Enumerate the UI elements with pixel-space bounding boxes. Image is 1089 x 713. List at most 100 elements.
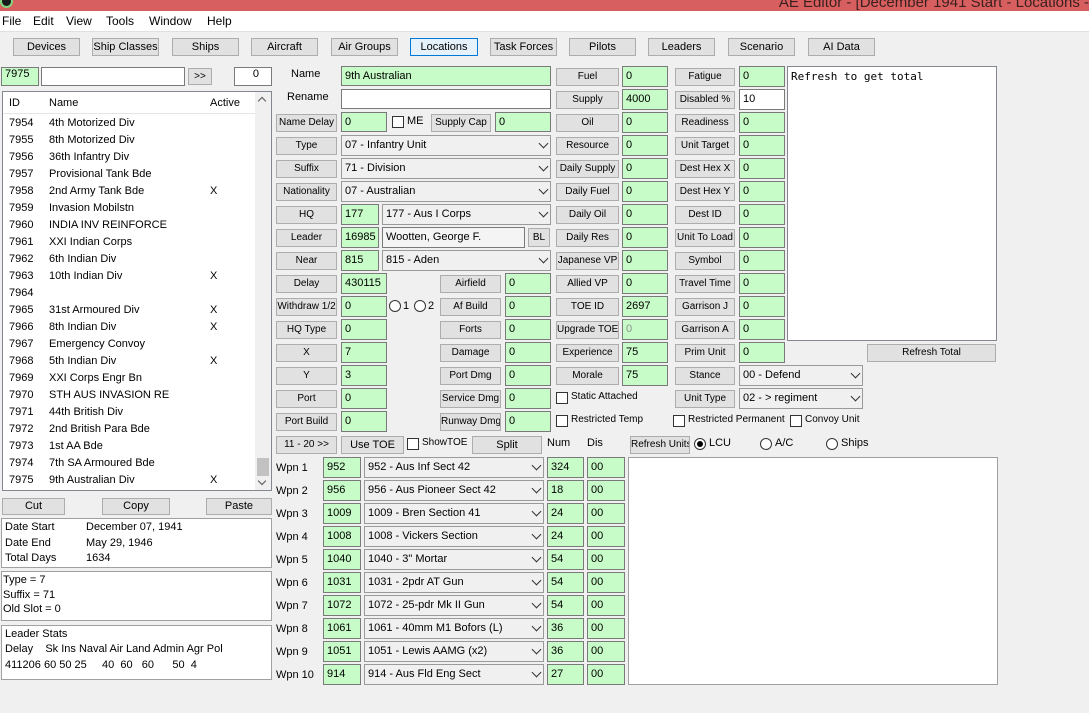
upgrade-toe-field[interactable]: 0: [622, 319, 668, 340]
japanese-vp-button[interactable]: Japanese VP: [556, 252, 619, 270]
hq-button[interactable]: HQ: [276, 206, 337, 224]
weapon-num-field[interactable]: 54: [547, 549, 584, 570]
weapon-num-field[interactable]: 24: [547, 526, 584, 547]
fuel-field[interactable]: 0: [622, 66, 668, 87]
menu-window[interactable]: Window: [149, 14, 192, 28]
list-item[interactable]: 7960 INDIA INV REINFORCE: [3, 217, 256, 234]
list-item[interactable]: 7967 Emergency Convoy: [3, 336, 256, 353]
morale-button[interactable]: Morale: [556, 367, 619, 385]
af-build-field[interactable]: 0: [505, 296, 551, 317]
supply-cap-field[interactable]: 0: [495, 112, 551, 132]
restricted-permanent-checkbox[interactable]: [673, 415, 685, 427]
refresh-total-button[interactable]: Refresh Total: [867, 344, 996, 362]
tab-devices[interactable]: Devices: [13, 38, 80, 56]
lcu-radio[interactable]: [694, 438, 706, 450]
units-panel[interactable]: [628, 457, 998, 685]
resource-field[interactable]: 0: [622, 135, 668, 156]
forts-field[interactable]: 0: [505, 319, 551, 340]
list-item[interactable]: 7974 7th SA Armoured Bde: [3, 455, 256, 472]
unit-target-button[interactable]: Unit Target: [675, 137, 735, 155]
list-item[interactable]: 7961 XXI Indian Corps: [3, 234, 256, 251]
rename-field[interactable]: [341, 89, 551, 109]
weapon-id-field[interactable]: 1009: [323, 503, 361, 524]
garrison-j-field[interactable]: 0: [739, 296, 785, 317]
prim-unit-button[interactable]: Prim Unit: [675, 344, 735, 362]
x-button[interactable]: X: [276, 344, 337, 362]
weapon-id-field[interactable]: 1051: [323, 641, 361, 662]
weapon-select[interactable]: 956 - Aus Pioneer Sect 42: [364, 480, 544, 501]
unit-to-load-field[interactable]: 0: [739, 227, 785, 248]
daily-res-field[interactable]: 0: [622, 227, 668, 248]
allied-vp-button[interactable]: Allied VP: [556, 275, 619, 293]
experience-button[interactable]: Experience: [556, 344, 619, 362]
toe-id-button[interactable]: TOE ID: [556, 298, 619, 316]
unit-type-button[interactable]: Unit Type: [675, 390, 735, 408]
symbol-field[interactable]: 0: [739, 250, 785, 271]
list-item[interactable]: 7954 4th Motorized Div: [3, 115, 256, 132]
weapon-dis-field[interactable]: 00: [587, 480, 625, 501]
list-item[interactable]: 7963 10th Indian Div X: [3, 268, 256, 285]
daily-fuel-field[interactable]: 0: [622, 181, 668, 202]
weapon-select[interactable]: 1031 - 2pdr AT Gun: [364, 572, 544, 593]
weapon-id-field[interactable]: 956: [323, 480, 361, 501]
daily-fuel-button[interactable]: Daily Fuel: [556, 183, 619, 201]
tab-air-groups[interactable]: Air Groups: [331, 38, 398, 56]
toe-id-field[interactable]: 2697: [622, 296, 668, 317]
hq-select[interactable]: 177 - Aus I Corps: [382, 204, 551, 225]
disabled-button[interactable]: Disabled %: [675, 91, 735, 109]
nationality-select[interactable]: 07 - Australian: [341, 181, 551, 202]
y-field[interactable]: 3: [341, 365, 387, 386]
show-toe-checkbox[interactable]: [407, 438, 419, 450]
port-field[interactable]: 0: [341, 388, 387, 409]
weapon-id-field[interactable]: 1031: [323, 572, 361, 593]
leader-button[interactable]: Leader: [276, 229, 337, 247]
list-item[interactable]: 7965 31st Armoured Div X: [3, 302, 256, 319]
hq-field[interactable]: 177: [341, 204, 379, 225]
name-delay-button[interactable]: Name Delay: [276, 114, 337, 132]
locations-list[interactable]: ID Name Active 7954 4th Motorized Div 7955…: [2, 91, 272, 491]
oil-field[interactable]: 0: [622, 112, 668, 133]
withdraw-radio-1[interactable]: [389, 300, 401, 312]
experience-field[interactable]: 75: [622, 342, 668, 363]
port-dmg-button[interactable]: Port Dmg: [440, 367, 501, 385]
port-dmg-field[interactable]: 0: [505, 365, 551, 386]
weapon-num-field[interactable]: 324: [547, 457, 584, 478]
tab-pilots[interactable]: Pilots: [569, 38, 636, 56]
weapon-dis-field[interactable]: 00: [587, 526, 625, 547]
refresh-units-button[interactable]: Refresh Units: [630, 436, 690, 454]
unit-to-load-button[interactable]: Unit To Load: [675, 229, 735, 247]
withdraw-field[interactable]: 0: [341, 296, 387, 317]
list-item[interactable]: 7969 XXI Corps Engr Bn: [3, 370, 256, 387]
damage-field[interactable]: 0: [505, 342, 551, 363]
list-item[interactable]: 7958 2nd Army Tank Bde X: [3, 183, 256, 200]
daily-oil-field[interactable]: 0: [622, 204, 668, 225]
x-field[interactable]: 7: [341, 342, 387, 363]
weapon-num-field[interactable]: 54: [547, 595, 584, 616]
weapon-select[interactable]: 1051 - Lewis AAMG (x2): [364, 641, 544, 662]
prim-unit-field[interactable]: 0: [739, 342, 785, 363]
delay-button[interactable]: Delay: [276, 275, 337, 293]
cut-button[interactable]: Cut: [2, 498, 65, 515]
garrison-j-button[interactable]: Garrison J: [675, 298, 735, 316]
fatigue-field[interactable]: 0: [739, 66, 785, 87]
near-button[interactable]: Near: [276, 252, 337, 270]
weapon-dis-field[interactable]: 00: [587, 664, 625, 685]
resource-button[interactable]: Resource: [556, 137, 619, 155]
tab-locations[interactable]: Locations: [410, 38, 478, 56]
restricted-temp-checkbox[interactable]: [556, 415, 568, 427]
leader-field[interactable]: 16985: [341, 227, 379, 248]
nationality-button[interactable]: Nationality: [276, 183, 337, 201]
delay-field[interactable]: 430115: [341, 273, 387, 294]
bl-button[interactable]: BL: [528, 228, 550, 247]
weapon-num-field[interactable]: 18: [547, 480, 584, 501]
list-item[interactable]: 7970 STH AUS INVASION RE: [3, 387, 256, 404]
notes-memo[interactable]: Refresh to get total: [787, 66, 997, 341]
supply-field[interactable]: 4000: [622, 89, 668, 110]
id-search-input[interactable]: 7975: [1, 67, 39, 86]
weapon-num-field[interactable]: 36: [547, 618, 584, 639]
daily-supply-button[interactable]: Daily Supply: [556, 160, 619, 178]
weapon-dis-field[interactable]: 00: [587, 641, 625, 662]
daily-oil-button[interactable]: Daily Oil: [556, 206, 619, 224]
menu-tools[interactable]: Tools: [106, 14, 134, 28]
fuel-button[interactable]: Fuel: [556, 68, 619, 86]
